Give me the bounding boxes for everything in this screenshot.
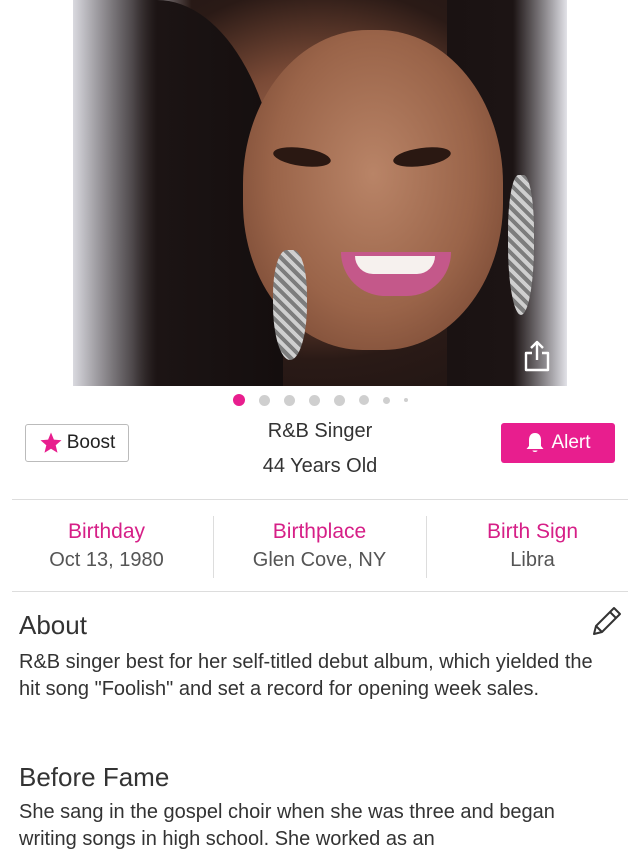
divider-bottom: [12, 591, 628, 592]
before-fame-text: She sang in the gospel choir when she wa…: [19, 801, 555, 850]
share-button[interactable]: [523, 340, 551, 372]
carousel-dot[interactable]: [258, 394, 270, 406]
before-fame-heading: Before Fame: [19, 762, 170, 792]
carousel-dot[interactable]: [403, 398, 408, 402]
fact-value: Libra: [510, 549, 555, 571]
fact-value: Oct 13, 1980: [49, 549, 164, 571]
photo-mouth: [341, 252, 451, 296]
star-icon: [40, 432, 62, 453]
alert-button[interactable]: Alert: [501, 423, 615, 463]
carousel-dot[interactable]: [358, 395, 369, 405]
photo-earring-left: [273, 250, 307, 360]
facts-row: Birthday Oct 13, 1980 Birthplace Glen Co…: [0, 514, 640, 578]
fact-title: Birthday: [67, 520, 146, 543]
photo-eye-left: [272, 144, 332, 170]
boost-button[interactable]: Boost: [25, 424, 129, 462]
about-heading: About: [19, 610, 87, 640]
fact-title: Birthplace: [272, 520, 367, 543]
photo-eye-right: [392, 144, 452, 170]
photo-earring-right: [508, 175, 534, 315]
profile-photo[interactable]: [73, 0, 567, 386]
carousel-dot[interactable]: [283, 394, 295, 406]
bell-icon: [526, 433, 544, 452]
pencil-icon: [593, 607, 621, 635]
fact-value: Glen Cove, NY: [252, 549, 387, 571]
carousel-dot-active[interactable]: [232, 394, 245, 406]
boost-label: Boost: [66, 432, 116, 453]
carousel-dot[interactable]: [382, 396, 390, 404]
share-icon: [524, 340, 550, 372]
carousel-dot[interactable]: [308, 394, 320, 406]
fact-title: Birth Sign: [486, 520, 579, 543]
fact-birth-sign: Birth Sign Libra: [426, 514, 639, 578]
alert-label: Alert: [551, 432, 591, 453]
fact-birthplace: Birthplace Glen Cove, NY: [213, 514, 426, 578]
age-text: 44 Years Old: [262, 455, 378, 477]
divider-top: [12, 499, 628, 500]
about-text: R&B singer best for her self-titled debu…: [19, 651, 593, 700]
carousel-dot[interactable]: [333, 394, 345, 406]
occupation-text: R&B Singer: [267, 420, 373, 442]
edit-button[interactable]: [590, 604, 624, 638]
carousel-indicator[interactable]: [0, 393, 640, 407]
fact-birthday: Birthday Oct 13, 1980: [0, 514, 213, 578]
